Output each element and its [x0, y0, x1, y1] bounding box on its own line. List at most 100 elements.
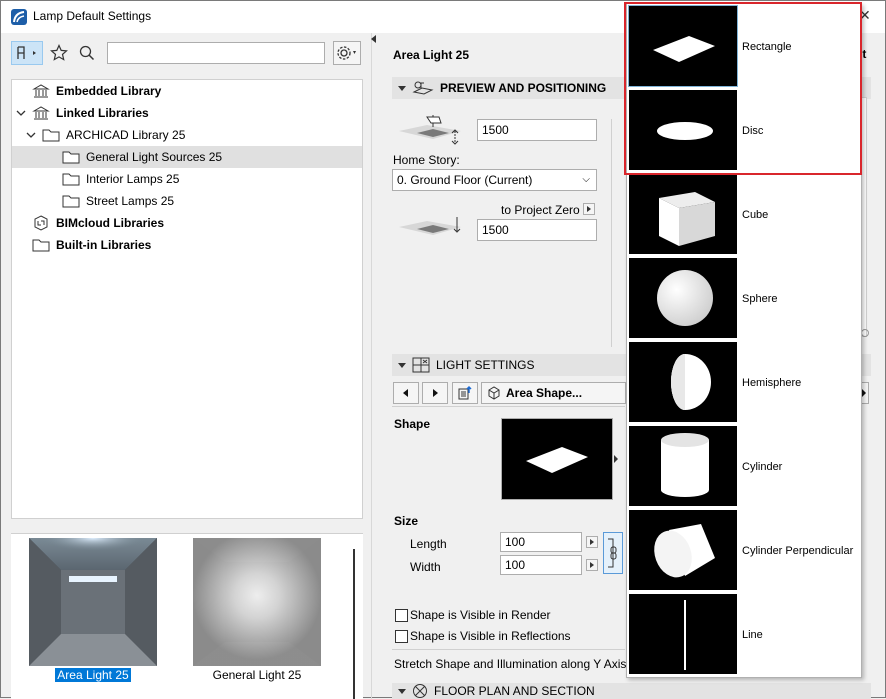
- shape-preview-button[interactable]: [501, 418, 613, 500]
- star-icon: [50, 44, 68, 61]
- library-view-button[interactable]: [11, 41, 43, 65]
- settings-menu-button[interactable]: [333, 41, 361, 65]
- size-label: Size: [394, 514, 419, 528]
- width-menu-arrow[interactable]: [586, 559, 598, 571]
- length-input[interactable]: 100: [500, 532, 582, 552]
- tree-item-label: Street Lamps 25: [86, 194, 175, 208]
- project-zero-input[interactable]: 1500: [477, 219, 597, 241]
- shape-option-thumbnail: [629, 342, 737, 422]
- shape-visible-render-label: Shape is Visible in Render: [410, 608, 551, 622]
- floor-plan-icon: [413, 684, 427, 698]
- chain-link-toggle[interactable]: [603, 532, 623, 574]
- tree-item-built-in-libraries[interactable]: Built-in Libraries: [12, 234, 362, 256]
- area-light-thumbnail[interactable]: [29, 538, 157, 666]
- floor-plan-section-header[interactable]: FLOOR PLAN AND SECTION: [392, 683, 871, 699]
- section-header-edge: [861, 77, 871, 99]
- preview-panel-border: [611, 119, 612, 347]
- library-toolbar: [11, 41, 363, 67]
- shape-option-label: Cylinder Perpendicular: [742, 545, 854, 557]
- shape-option-thumbnail: [629, 594, 737, 674]
- tree-item-label: BIMcloud Libraries: [56, 216, 165, 230]
- to-project-zero-label: to Project Zero: [501, 203, 580, 217]
- shape-hemisphere-icon: [671, 354, 711, 410]
- tree-item-label: Built-in Libraries: [56, 238, 152, 252]
- tree-item-embedded-library[interactable]: Embedded Library: [12, 80, 362, 102]
- shape-option-cube[interactable]: Cube: [628, 173, 860, 255]
- favorites-button[interactable]: [47, 41, 71, 65]
- panel-divider[interactable]: [371, 33, 372, 699]
- chain-link-icon: [608, 538, 617, 568]
- shape-dropdown-arrow-icon[interactable]: [614, 455, 618, 463]
- preview-scrollbar[interactable]: [353, 549, 355, 699]
- elevation-input[interactable]: 1500: [477, 119, 597, 141]
- chevron-down-icon[interactable]: [26, 130, 36, 140]
- zoom-icon[interactable]: [861, 329, 869, 337]
- home-story-select[interactable]: 0. Ground Floor (Current) ⌵: [392, 169, 597, 191]
- shape-option-line[interactable]: Line: [628, 593, 860, 675]
- collapse-triangle-icon: [398, 85, 406, 91]
- tree-item-linked-libraries[interactable]: Linked Libraries: [12, 102, 362, 124]
- shape-visible-render-checkbox[interactable]: [395, 609, 408, 622]
- library-tree: Embedded Library Linked Libraries ARCHICAD…: [11, 79, 363, 519]
- shape-rectangle-icon: [653, 36, 715, 62]
- home-story-value: 0. Ground Floor (Current): [397, 173, 533, 187]
- folder-icon: [62, 171, 80, 190]
- bimcloud-icon: [32, 215, 50, 234]
- previous-page-button[interactable]: [393, 382, 419, 404]
- shape-sphere-icon: [657, 270, 713, 326]
- right-edge-region: lt: [859, 33, 885, 699]
- tree-item-label: Embedded Library: [56, 84, 162, 98]
- general-light-thumbnail[interactable]: [193, 538, 321, 666]
- page-list-button[interactable]: [452, 382, 478, 404]
- shape-option-thumbnail: [629, 258, 737, 338]
- shape-option-thumbnail: [629, 174, 737, 254]
- tree-item-archicad-library-25[interactable]: ARCHICAD Library 25: [12, 124, 362, 146]
- shape-option-hemisphere[interactable]: Hemisphere: [628, 341, 860, 423]
- shape-cylinder-icon: [661, 433, 709, 497]
- tree-item-label: General Light Sources 25: [86, 150, 223, 164]
- tree-item-bimcloud-libraries[interactable]: BIMcloud Libraries: [12, 212, 362, 234]
- tree-item-label: Interior Lamps 25: [86, 172, 180, 186]
- search-input[interactable]: [107, 42, 325, 64]
- collapse-left-panel-icon[interactable]: [371, 35, 376, 43]
- folder-icon: [62, 193, 80, 212]
- width-input[interactable]: 100: [500, 555, 582, 575]
- shape-option-label: Cube: [742, 209, 769, 221]
- collapse-triangle-icon: [398, 688, 406, 694]
- tree-item-general-light-sources-25[interactable]: General Light Sources 25: [12, 146, 362, 168]
- shape-option-sphere[interactable]: Sphere: [628, 257, 860, 339]
- tree-item-interior-lamps-25[interactable]: Interior Lamps 25: [12, 168, 362, 190]
- shape-cube-icon: [659, 192, 715, 246]
- thumb-label-area-light[interactable]: Area Light 25: [29, 668, 157, 682]
- area-shape-page-button[interactable]: Area Shape...: [481, 382, 626, 404]
- tree-item-street-lamps-25[interactable]: Street Lamps 25: [12, 190, 362, 212]
- shape-option-label: Disc: [742, 125, 764, 137]
- shape-visible-reflections-checkbox[interactable]: [395, 630, 408, 643]
- length-label: Length: [410, 537, 447, 551]
- tree-item-label: Linked Libraries: [56, 106, 149, 120]
- chevron-down-icon[interactable]: [16, 108, 26, 118]
- area-shape-page-label: Area Shape...: [506, 386, 583, 400]
- tree-item-label: ARCHICAD Library 25: [66, 128, 186, 142]
- shape-option-cylinder[interactable]: Cylinder: [628, 425, 860, 507]
- folder-icon: [62, 149, 80, 168]
- collapse-triangle-icon: [398, 362, 406, 368]
- search-button[interactable]: [75, 41, 99, 65]
- shape-option-rectangle[interactable]: Rectangle: [628, 5, 860, 87]
- shape-option-thumbnail: [629, 426, 737, 506]
- shape-option-label: Hemisphere: [742, 377, 802, 389]
- next-page-button[interactable]: [422, 382, 448, 404]
- shape-option-thumbnail: [629, 510, 737, 590]
- project-zero-menu-arrow[interactable]: [583, 203, 595, 215]
- shape-option-disc[interactable]: Disc: [628, 89, 860, 171]
- chevron-down-icon: ⌵: [582, 174, 590, 185]
- length-menu-arrow[interactable]: [586, 536, 598, 548]
- shape-visible-reflections-label: Shape is Visible in Reflections: [410, 629, 571, 643]
- lamp-settings-window: Lamp Default Settings ✕ Embedded Library…: [0, 0, 886, 699]
- page-border-top: [392, 406, 625, 407]
- thumb-label-general-light[interactable]: General Light 25: [193, 668, 321, 682]
- positioning-icon: [412, 81, 434, 95]
- library-icon: [32, 105, 50, 124]
- shape-option-cylinder-perpendicular[interactable]: Cylinder Perpendicular: [628, 509, 860, 591]
- search-icon: [79, 45, 95, 61]
